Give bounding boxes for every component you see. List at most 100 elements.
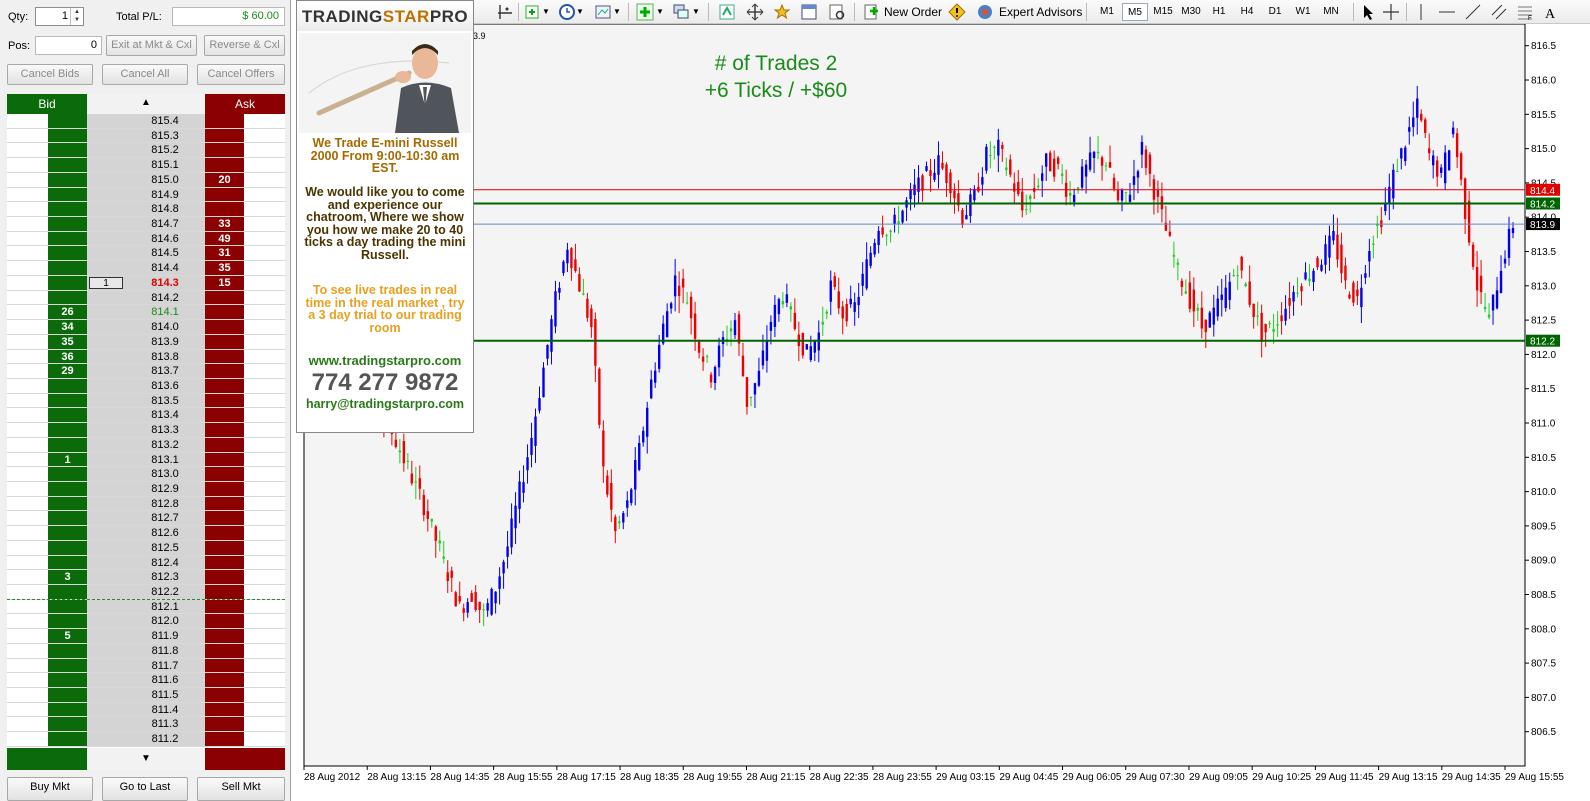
bid-click-cell[interactable] xyxy=(7,202,48,217)
bid-size-cell[interactable] xyxy=(48,261,87,275)
terminal-icon[interactable] xyxy=(800,3,818,21)
ask-click-cell[interactable] xyxy=(244,128,285,143)
bid-click-cell[interactable] xyxy=(7,555,48,570)
working-order-cell[interactable] xyxy=(87,585,125,599)
bid-click-cell[interactable] xyxy=(7,158,48,172)
bid-click-cell[interactable] xyxy=(7,408,48,423)
bid-size-cell[interactable] xyxy=(48,246,87,261)
timeframe-m15-button[interactable]: M15 xyxy=(1150,3,1176,21)
ask-click-cell[interactable] xyxy=(244,437,285,452)
ask-click-cell[interactable] xyxy=(244,643,285,658)
bid-size-cell[interactable] xyxy=(48,217,87,231)
bid-click-cell[interactable] xyxy=(7,599,48,614)
ask-click-cell[interactable] xyxy=(244,143,285,158)
reverse-button[interactable]: Reverse & Cxl xyxy=(204,35,285,56)
bid-click-cell[interactable] xyxy=(7,702,48,717)
crosshair-icon[interactable] xyxy=(496,3,514,21)
working-order-cell[interactable] xyxy=(87,614,125,629)
bid-click-cell[interactable] xyxy=(7,585,48,599)
ask-size-cell[interactable]: 35 xyxy=(205,261,244,275)
alert-icon[interactable] xyxy=(948,3,966,21)
working-order-cell[interactable] xyxy=(87,202,125,217)
ask-click-cell[interactable] xyxy=(244,481,285,496)
bid-size-cell[interactable] xyxy=(48,408,87,423)
ask-size-cell[interactable] xyxy=(205,688,244,702)
bid-click-cell[interactable] xyxy=(7,231,48,246)
bid-size-cell[interactable]: 36 xyxy=(48,349,87,364)
bid-click-cell[interactable] xyxy=(7,481,48,496)
ask-size-cell[interactable] xyxy=(205,393,244,408)
ask-size-cell[interactable]: 49 xyxy=(205,231,244,246)
ask-click-cell[interactable] xyxy=(244,114,285,128)
working-order-cell[interactable] xyxy=(87,320,125,334)
ask-click-cell[interactable] xyxy=(244,217,285,231)
working-order-cell[interactable] xyxy=(87,305,125,320)
ask-size-cell[interactable] xyxy=(205,378,244,393)
bid-click-cell[interactable] xyxy=(7,393,48,408)
ask-size-cell[interactable] xyxy=(205,408,244,423)
periods-dropdown-icon[interactable]: ▼ xyxy=(576,2,584,22)
ask-click-cell[interactable] xyxy=(244,158,285,172)
windows-icon[interactable] xyxy=(672,3,690,21)
sell-mkt-button[interactable]: Sell Mkt xyxy=(197,777,285,801)
bid-size-cell[interactable] xyxy=(48,658,87,673)
working-order-cell[interactable] xyxy=(87,408,125,423)
ask-click-cell[interactable] xyxy=(244,673,285,688)
ask-click-cell[interactable] xyxy=(244,393,285,408)
working-order-cell[interactable] xyxy=(87,423,125,437)
ask-click-cell[interactable] xyxy=(244,378,285,393)
ask-size-cell[interactable] xyxy=(205,599,244,614)
ask-size-cell[interactable] xyxy=(205,673,244,688)
indicators-dropdown-icon[interactable]: ▼ xyxy=(542,2,550,22)
ask-size-cell[interactable] xyxy=(205,658,244,673)
ask-size-cell[interactable] xyxy=(205,202,244,217)
go-to-last-button[interactable]: Go to Last xyxy=(102,777,188,801)
bid-click-cell[interactable] xyxy=(7,334,48,349)
bid-click-cell[interactable] xyxy=(7,673,48,688)
bid-click-cell[interactable] xyxy=(7,378,48,393)
bid-size-cell[interactable] xyxy=(48,275,87,290)
bid-size-cell[interactable] xyxy=(48,393,87,408)
ask-click-cell[interactable] xyxy=(244,187,285,202)
working-order-cell[interactable] xyxy=(87,688,125,702)
ask-click-cell[interactable] xyxy=(244,702,285,717)
expert-advisors-button[interactable]: Expert Advisors xyxy=(999,2,1082,22)
crosshair-tool-icon[interactable] xyxy=(1382,3,1400,21)
ad-email-link[interactable]: harry@tradingstarpro.com xyxy=(297,397,473,411)
move-icon[interactable] xyxy=(746,3,764,21)
ask-click-cell[interactable] xyxy=(244,585,285,599)
ask-click-cell[interactable] xyxy=(244,467,285,481)
working-order-cell[interactable] xyxy=(87,555,125,570)
bid-size-cell[interactable]: 34 xyxy=(48,320,87,334)
experts-icon[interactable] xyxy=(976,3,994,21)
bid-click-cell[interactable] xyxy=(7,423,48,437)
ask-size-cell[interactable] xyxy=(205,364,244,378)
templates-icon[interactable] xyxy=(594,3,612,21)
bid-size-cell[interactable] xyxy=(48,143,87,158)
working-order-cell[interactable] xyxy=(87,231,125,246)
ask-size-cell[interactable] xyxy=(205,290,244,305)
tester-icon[interactable] xyxy=(828,3,846,21)
bid-size-cell[interactable] xyxy=(48,202,87,217)
ask-size-cell[interactable] xyxy=(205,555,244,570)
timeframe-w1-button[interactable]: W1 xyxy=(1290,3,1316,21)
bid-size-cell[interactable]: 1 xyxy=(48,452,87,467)
ask-click-cell[interactable] xyxy=(244,349,285,364)
bid-size-cell[interactable]: 26 xyxy=(48,305,87,320)
bid-size-cell[interactable]: 29 xyxy=(48,364,87,378)
bid-click-cell[interactable] xyxy=(7,717,48,732)
bid-size-cell[interactable] xyxy=(48,423,87,437)
favorites-icon[interactable] xyxy=(773,3,791,21)
indicators-icon[interactable] xyxy=(524,3,542,21)
ask-click-cell[interactable] xyxy=(244,614,285,629)
bid-size-cell[interactable] xyxy=(48,481,87,496)
spin-down-icon[interactable]: ▼ xyxy=(71,16,83,24)
ask-size-cell[interactable] xyxy=(205,158,244,172)
bid-size-cell[interactable] xyxy=(48,437,87,452)
bid-click-cell[interactable] xyxy=(7,261,48,275)
ask-click-cell[interactable] xyxy=(244,202,285,217)
working-order-cell[interactable] xyxy=(87,349,125,364)
ask-size-cell[interactable] xyxy=(205,614,244,629)
ask-click-cell[interactable] xyxy=(244,629,285,643)
ask-click-cell[interactable] xyxy=(244,423,285,437)
